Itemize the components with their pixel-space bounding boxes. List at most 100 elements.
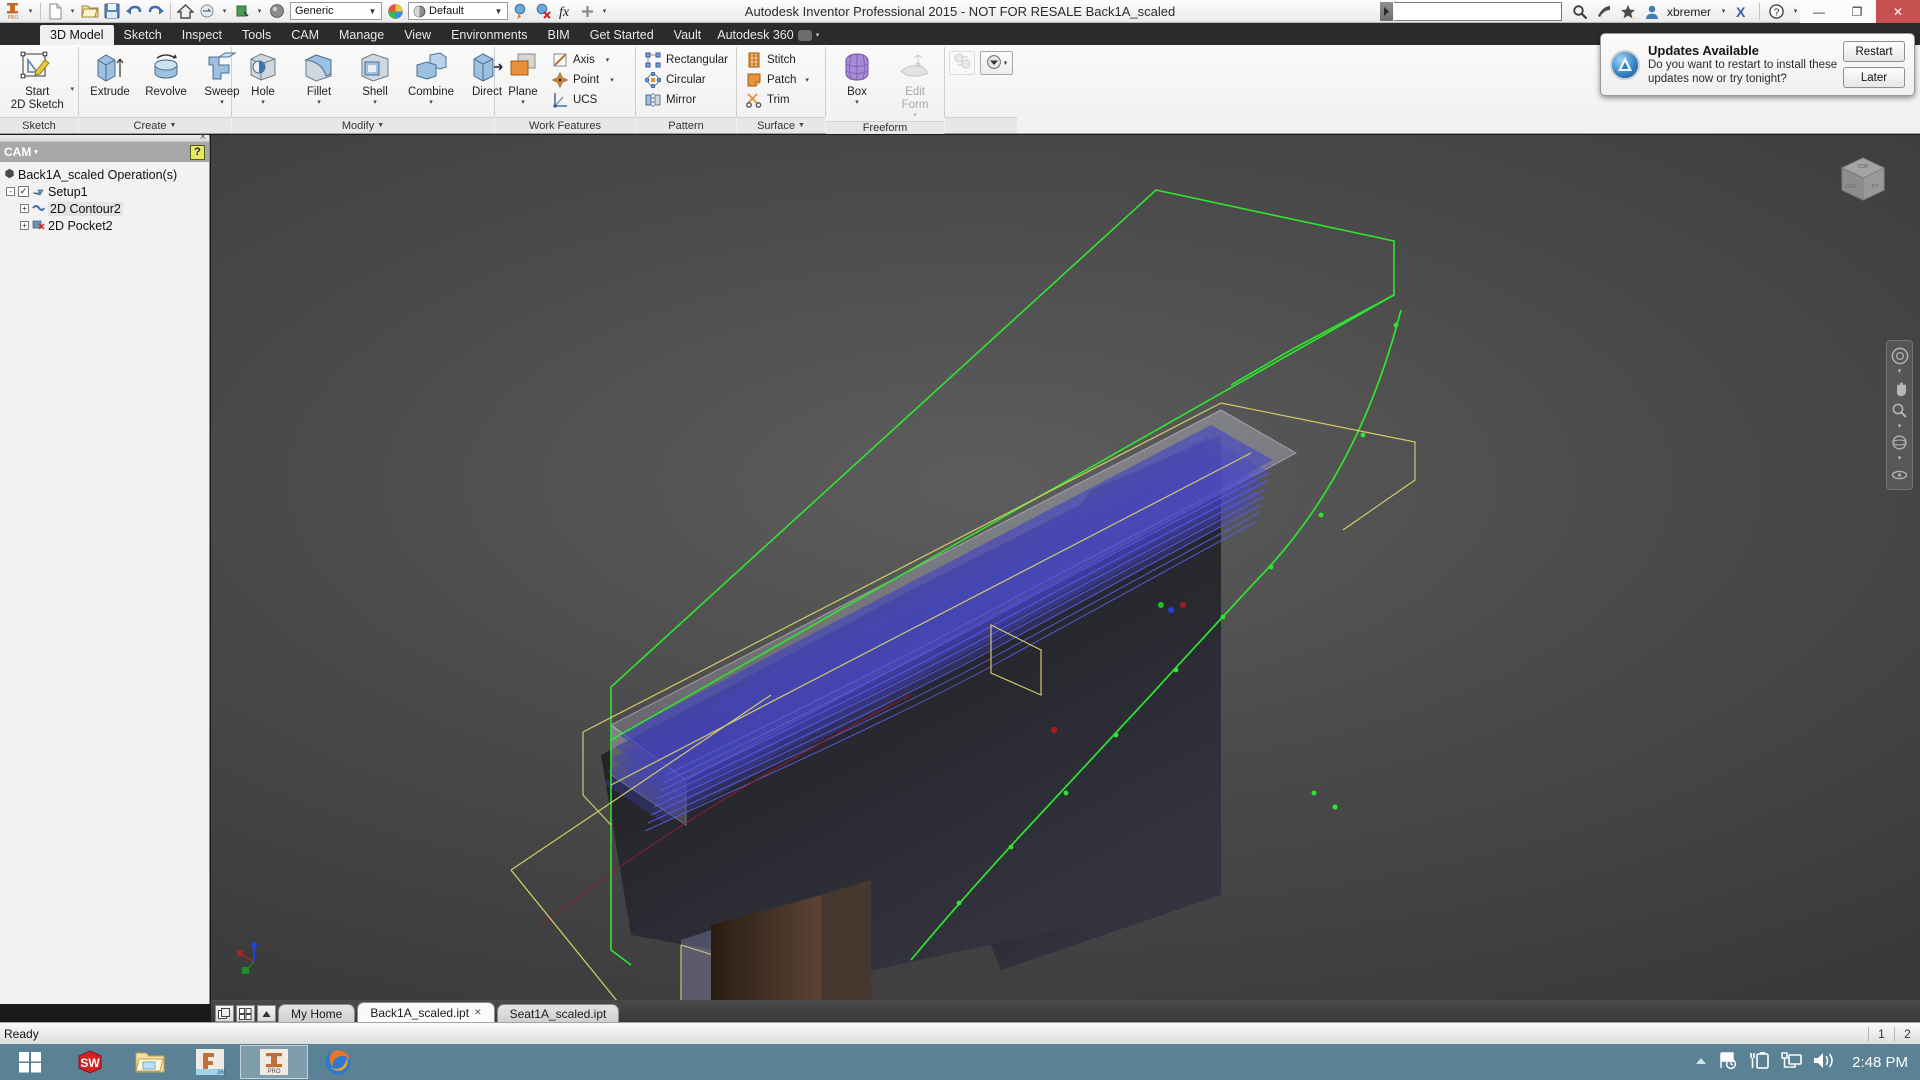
volume-icon[interactable] [1812, 1051, 1836, 1073]
doc-tab-seat1a[interactable]: Seat1A_scaled.ipt [496, 1004, 620, 1022]
parameters-fx-icon[interactable]: fx [554, 1, 576, 22]
home-icon[interactable] [174, 1, 196, 22]
expander-icon[interactable]: + [20, 221, 29, 230]
expander-icon[interactable]: + [20, 204, 29, 213]
work-plane-button[interactable]: Plane ▾ [499, 48, 547, 108]
start-button[interactable] [0, 1044, 60, 1080]
favorites-star-icon[interactable] [1617, 1, 1639, 22]
cascade-windows-icon[interactable] [215, 1005, 234, 1022]
tab-bim[interactable]: BIM [538, 25, 580, 45]
tab-inspect[interactable]: Inspect [172, 25, 232, 45]
start-2d-sketch-button[interactable]: Start 2D Sketch [4, 48, 70, 114]
qat-more-icon[interactable]: ▾ [598, 1, 611, 22]
work-point-button[interactable]: Point ▾ [547, 70, 618, 90]
material-combo[interactable]: Generic ▼ [290, 2, 382, 20]
zoom-icon[interactable] [1890, 401, 1909, 420]
qat-dropdown-icon[interactable]: ▾ [24, 1, 37, 22]
stitch-button[interactable]: Stitch [741, 50, 813, 70]
later-button[interactable]: Later [1843, 67, 1905, 88]
search-input[interactable] [1394, 3, 1561, 20]
fillet-button[interactable]: Fillet ▾ [292, 48, 346, 108]
exchange-apps-icon[interactable]: X [1732, 1, 1754, 22]
taskbar-clock[interactable]: 2:48 PM [1846, 1054, 1908, 1071]
clear-appearance-icon[interactable] [532, 1, 554, 22]
tab-manage[interactable]: Manage [329, 25, 394, 45]
close-button[interactable]: ✕ [1876, 0, 1920, 23]
tile-windows-icon[interactable] [236, 1005, 255, 1022]
redo-icon[interactable] [145, 1, 167, 22]
search-icon[interactable] [1569, 1, 1591, 22]
tab-cam[interactable]: CAM [281, 25, 329, 45]
update-dropdown-icon[interactable]: ▾ [253, 1, 266, 22]
tab-sketch[interactable]: Sketch [114, 25, 172, 45]
search-expand-icon[interactable] [1380, 2, 1393, 21]
combine-button[interactable]: Combine ▾ [404, 48, 458, 108]
chevron-down-icon[interactable]: ▾ [373, 99, 377, 106]
scroll-up-icon[interactable] [257, 1005, 276, 1022]
browser-help-icon[interactable]: ? [190, 144, 205, 160]
pan-icon[interactable] [1890, 378, 1909, 397]
mirror-button[interactable]: Mirror [640, 90, 732, 110]
browser-title-group[interactable]: CAM ▾ [4, 145, 38, 159]
update-icon[interactable] [231, 1, 253, 22]
panel-title-surface[interactable]: Surface ▼ [737, 117, 825, 133]
show-hidden-icons-icon[interactable] [1694, 1054, 1708, 1071]
tab-environments[interactable]: Environments [441, 25, 537, 45]
battery-icon[interactable] [1748, 1051, 1770, 1073]
setup-checkbox[interactable]: ✓ [18, 186, 29, 197]
chevron-down-icon[interactable]: ▾ [261, 99, 265, 106]
return-dropdown-icon[interactable]: ▾ [218, 1, 231, 22]
network-icon[interactable] [1780, 1051, 1802, 1073]
tab-autodesk-360[interactable]: Autodesk 360 ▾ [717, 25, 829, 45]
hole-button[interactable]: Hole ▾ [236, 48, 290, 108]
chevron-down-icon[interactable]: ▾ [610, 77, 614, 84]
3d-viewport[interactable]: Z X [211, 135, 1920, 1004]
patch-button[interactable]: Patch ▾ [741, 70, 813, 90]
rectangular-pattern-button[interactable]: Rectangular [640, 50, 732, 70]
new-file-dropdown-icon[interactable]: ▾ [66, 1, 79, 22]
taskbar-inventor-pro[interactable]: PRO [240, 1045, 308, 1079]
doc-tab-back1a[interactable]: Back1A_scaled.ipt ✕ [357, 1002, 495, 1022]
return-icon[interactable] [196, 1, 218, 22]
view-cube[interactable]: TOP FRO RT [1834, 150, 1892, 208]
work-axis-button[interactable]: Axis ▾ [547, 50, 618, 70]
tree-node-operations-root[interactable]: Back1A_scaled Operation(s) [2, 166, 209, 183]
orbit-icon[interactable] [1890, 433, 1909, 452]
chevron-down-icon[interactable]: ▾ [70, 86, 74, 93]
taskbar-firefox[interactable] [308, 1044, 368, 1080]
chevron-down-icon[interactable]: ▾ [429, 99, 433, 106]
trim-button[interactable]: Trim [741, 90, 813, 110]
expander-icon[interactable]: - [6, 187, 15, 196]
tab-get-started[interactable]: Get Started [580, 25, 664, 45]
user-avatar-icon[interactable] [1641, 1, 1663, 22]
chevron-down-icon[interactable]: ▾ [606, 57, 610, 64]
tree-node-setup1[interactable]: - ✓ Setup1 [2, 183, 209, 200]
minimize-button[interactable]: — [1800, 0, 1838, 23]
ucs-button[interactable]: UCS [547, 90, 618, 110]
action-center-flag-icon[interactable] [1718, 1051, 1738, 1073]
add-icon[interactable] [576, 1, 598, 22]
search-box[interactable] [1394, 2, 1562, 21]
tree-node-2d-pocket2[interactable]: + 2D Pocket2 [2, 217, 209, 234]
appearance-combo[interactable]: Default ▼ [408, 2, 508, 20]
connect-icon[interactable] [1593, 1, 1615, 22]
new-file-icon[interactable] [44, 1, 66, 22]
undo-icon[interactable] [123, 1, 145, 22]
chevron-down-icon[interactable]: ▾ [34, 149, 38, 156]
panel-title-modify[interactable]: Modify ▼ [232, 117, 494, 133]
tab-vault[interactable]: Vault [664, 25, 712, 45]
help-icon[interactable]: ? [1765, 1, 1787, 22]
taskbar-solidworks[interactable]: SW [60, 1044, 120, 1080]
chevron-down-icon[interactable]: ▾ [1004, 60, 1008, 67]
revolve-button[interactable]: Revolve [139, 48, 193, 101]
tab-view[interactable]: View [394, 25, 441, 45]
circular-pattern-button[interactable]: Circular [640, 70, 732, 90]
chevron-down-icon[interactable]: ▾ [521, 99, 525, 106]
open-file-icon[interactable] [79, 1, 101, 22]
chevron-down-icon[interactable]: ▾ [805, 77, 809, 84]
save-icon[interactable] [101, 1, 123, 22]
browser-drag-handle[interactable] [0, 131, 209, 143]
close-icon[interactable]: ✕ [474, 1007, 482, 1018]
inventor-logo-icon[interactable]: PRO [2, 1, 24, 22]
username-label[interactable]: xbremer [1665, 5, 1715, 19]
